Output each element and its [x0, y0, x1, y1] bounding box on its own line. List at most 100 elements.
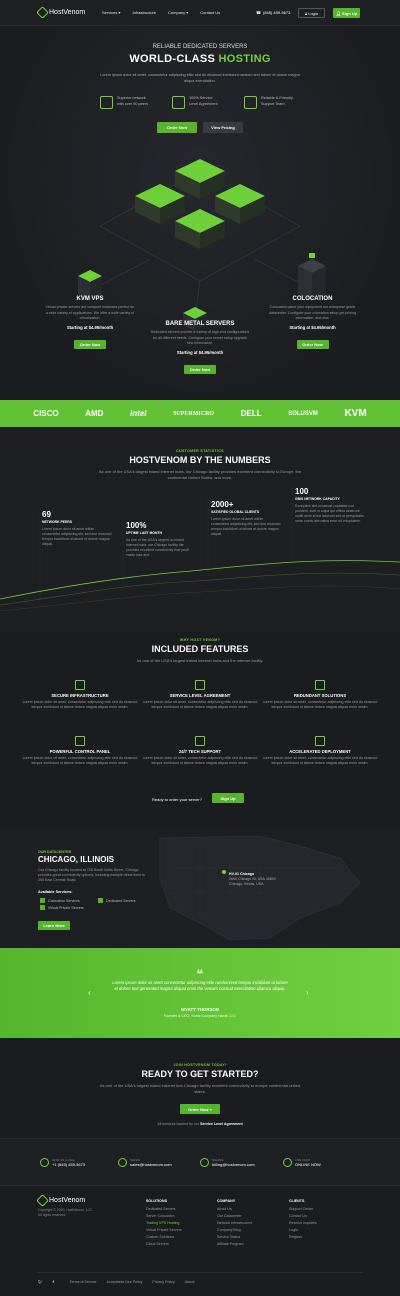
phone-number: (845) 459-5673	[262, 10, 291, 15]
nav-contact[interactable]: Contact Us	[200, 10, 220, 15]
order-now-button[interactable]: Order Now	[157, 122, 197, 133]
feature-title: ACCELERATED DEPLOYMENT	[289, 749, 351, 754]
nav-infrastructure[interactable]: Infrastructure	[132, 10, 156, 15]
copyright-line: All rights reserved.	[38, 1213, 67, 1217]
stat-number: 69	[42, 510, 51, 519]
dell-logo: DELL	[240, 409, 262, 418]
footer-link[interactable]: Login	[289, 1227, 317, 1234]
user-icon: 👤︎	[335, 10, 341, 16]
plan-price: Starting at $4.95/month	[176, 349, 224, 355]
nav-services[interactable]: Services ▾	[102, 10, 120, 15]
contact-chat[interactable]: LIVE CHAT ONLINE NOW	[283, 1158, 321, 1167]
supermicro-logo: SUPERMICRO	[173, 410, 215, 417]
stat-number: 100	[295, 487, 309, 496]
feature-title: REDUNDANT SOLUTIONS	[293, 693, 347, 698]
footer-logo[interactable]: HostVenom	[36, 1194, 85, 1207]
features-title: INCLUDED FEATURES	[151, 644, 249, 654]
footer-col-title: CLIENTS	[289, 1199, 305, 1203]
services-label: Available Services:	[38, 890, 73, 894]
sla-link[interactable]: Service Level Agreement	[200, 1122, 243, 1126]
privacy-link[interactable]: Privacy Policy	[152, 1280, 174, 1284]
footer-link[interactable]: Server Colocation	[146, 1213, 182, 1220]
login-button[interactable]: 🔒︎ Login	[298, 8, 325, 18]
footer-link[interactable]: Custom Solutions	[146, 1234, 182, 1241]
cta-note-text: All services backed by our	[157, 1122, 201, 1126]
contact-phone[interactable]: GIVE US A CALL +1 (845) 459-5673	[40, 1158, 85, 1167]
footer-link[interactable]: Cloud Servers	[146, 1241, 182, 1248]
footer-col-title: SOLUTIONS	[146, 1199, 167, 1203]
contact-value: billing@hostvenom.com	[212, 1162, 255, 1167]
footer-link[interactable]: Dedicated Servers	[146, 1206, 182, 1213]
footer-link[interactable]: Trading VPS Hosting	[146, 1220, 182, 1227]
plan-desc: Colocation place your equipment our ente…	[269, 305, 356, 320]
hero-feature: Reliable & Friendly Support Team	[244, 96, 293, 109]
stat-label: SATISFIED GLOBAL CLIENTS	[211, 510, 260, 514]
features-desc: As one of the USA's largest inland inter…	[136, 658, 264, 663]
plan-order-button[interactable]: Order Now	[296, 339, 329, 349]
footer-link[interactable]: Network Infrastructure	[217, 1220, 252, 1227]
facebook-icon[interactable]: f	[53, 1280, 54, 1284]
brand-name: HostVenom	[49, 9, 86, 16]
feature-title: 24/7 TECH SUPPORT	[178, 749, 222, 754]
plan-title: KVM VPS	[76, 296, 104, 302]
feature-sla: SERVICE LEVEL AGREEMENT Lorem ipsum dolor…	[140, 680, 260, 710]
plan-desc: Dedicated servers provide a variety of h…	[150, 330, 250, 345]
footer-link[interactable]: Register	[289, 1234, 317, 1241]
hero-title-a: WORLD-CLASS	[129, 53, 216, 65]
testimonial-role: Founder & CEO, Some Company Name, LLC	[163, 1014, 237, 1018]
feature-line: Superior network	[117, 96, 146, 100]
plan-desc: Virtual private servers are compute inst…	[45, 305, 135, 320]
stat-number: 2000+	[211, 500, 234, 509]
contact-value: ONLINE NOW	[295, 1162, 321, 1167]
nav-phone[interactable]: ☎ (845) 459-5673	[256, 10, 290, 15]
cta-desc: As one of the USA's largest inland inter…	[99, 1083, 301, 1094]
learn-more-button[interactable]: Learn More	[38, 921, 70, 930]
hero-description: Lorem ipsum dolor sit amet, consectetur …	[100, 73, 300, 83]
plan-order-button[interactable]: Order Now	[74, 339, 106, 349]
prev-arrow-icon[interactable]: ‹	[88, 988, 91, 997]
next-arrow-icon[interactable]: ›	[306, 988, 309, 997]
lock-icon: 🔒︎	[304, 10, 308, 16]
feature-desc: Lorem ipsum dolor sit amet, consectetur …	[262, 756, 378, 765]
amd-logo: AMD	[85, 409, 104, 418]
footer-link[interactable]: Contact Us	[289, 1213, 317, 1220]
feature-control-panel: POWERFUL CONTROL PANEL Lorem ipsum dolor …	[20, 736, 140, 766]
aup-link[interactable]: Acceptable Use Policy	[107, 1280, 143, 1284]
cta-order-button[interactable]: Order Now »	[180, 1104, 220, 1114]
server-cube-stack	[135, 159, 265, 249]
footer-link[interactable]: About Us	[217, 1206, 252, 1213]
plan-title: COLOCATION	[292, 296, 333, 302]
features-signup-button[interactable]: Sign Up	[212, 793, 244, 803]
footer-link[interactable]: Service Status	[217, 1234, 252, 1241]
footer-link[interactable]: Reseller Inquiries	[289, 1220, 317, 1227]
abuse-link[interactable]: Abuse	[185, 1280, 195, 1284]
footer-col-company: COMPANY About Us Our Datacenter Network …	[217, 1198, 252, 1248]
footer-link[interactable]: Virtual Private Servers	[146, 1227, 182, 1234]
brand-logo[interactable]: HostVenom	[36, 6, 86, 19]
twitter-icon[interactable]: 🐦︎	[38, 1280, 43, 1284]
contact-sales[interactable]: SALES sales@hostvenom.com	[118, 1158, 172, 1167]
plan-order-button[interactable]: Order Now	[184, 364, 216, 374]
stat-clients: 2000+ SATISFIED GLOBAL CLIENTS Lorem ips…	[211, 500, 281, 537]
location-name: HV-01 Chicago	[229, 872, 255, 876]
service-name: Colocation Services	[48, 898, 80, 903]
contact-value: sales@hostvenom.com	[130, 1162, 172, 1167]
redundancy-icon	[315, 680, 325, 690]
signup-button[interactable]: 👤︎ Sign Up	[333, 8, 360, 18]
view-pricing-button[interactable]: View Pricing	[203, 122, 243, 133]
footer-link[interactable]: Company Blog	[217, 1227, 252, 1234]
footer-link[interactable]: Our Datacenter	[217, 1213, 252, 1220]
terms-link[interactable]: Terms of Service	[70, 1280, 97, 1284]
logo-icon	[36, 1194, 49, 1207]
hero-section: RELIABLE DEDICATED SERVERS WORLD-CLASS H…	[0, 26, 400, 400]
datacenter-title: CHICAGO, ILLINOIS	[38, 855, 114, 864]
contact-billing[interactable]: BILLING billing@hostvenom.com	[200, 1158, 255, 1167]
stats-section: CUSTOMER STATISTICS HOSTVENOM BY THE NUM…	[0, 427, 400, 632]
hero-title: WORLD-CLASS HOSTING	[0, 53, 400, 65]
footer-link[interactable]: Affiliate Program	[217, 1241, 252, 1248]
footer-link[interactable]: Support Center	[289, 1206, 317, 1213]
footer-col-title: COMPANY	[217, 1199, 236, 1203]
location-pin-icon	[222, 870, 226, 874]
nav-company[interactable]: Company ▾	[168, 10, 188, 15]
rocket-icon	[315, 736, 325, 746]
